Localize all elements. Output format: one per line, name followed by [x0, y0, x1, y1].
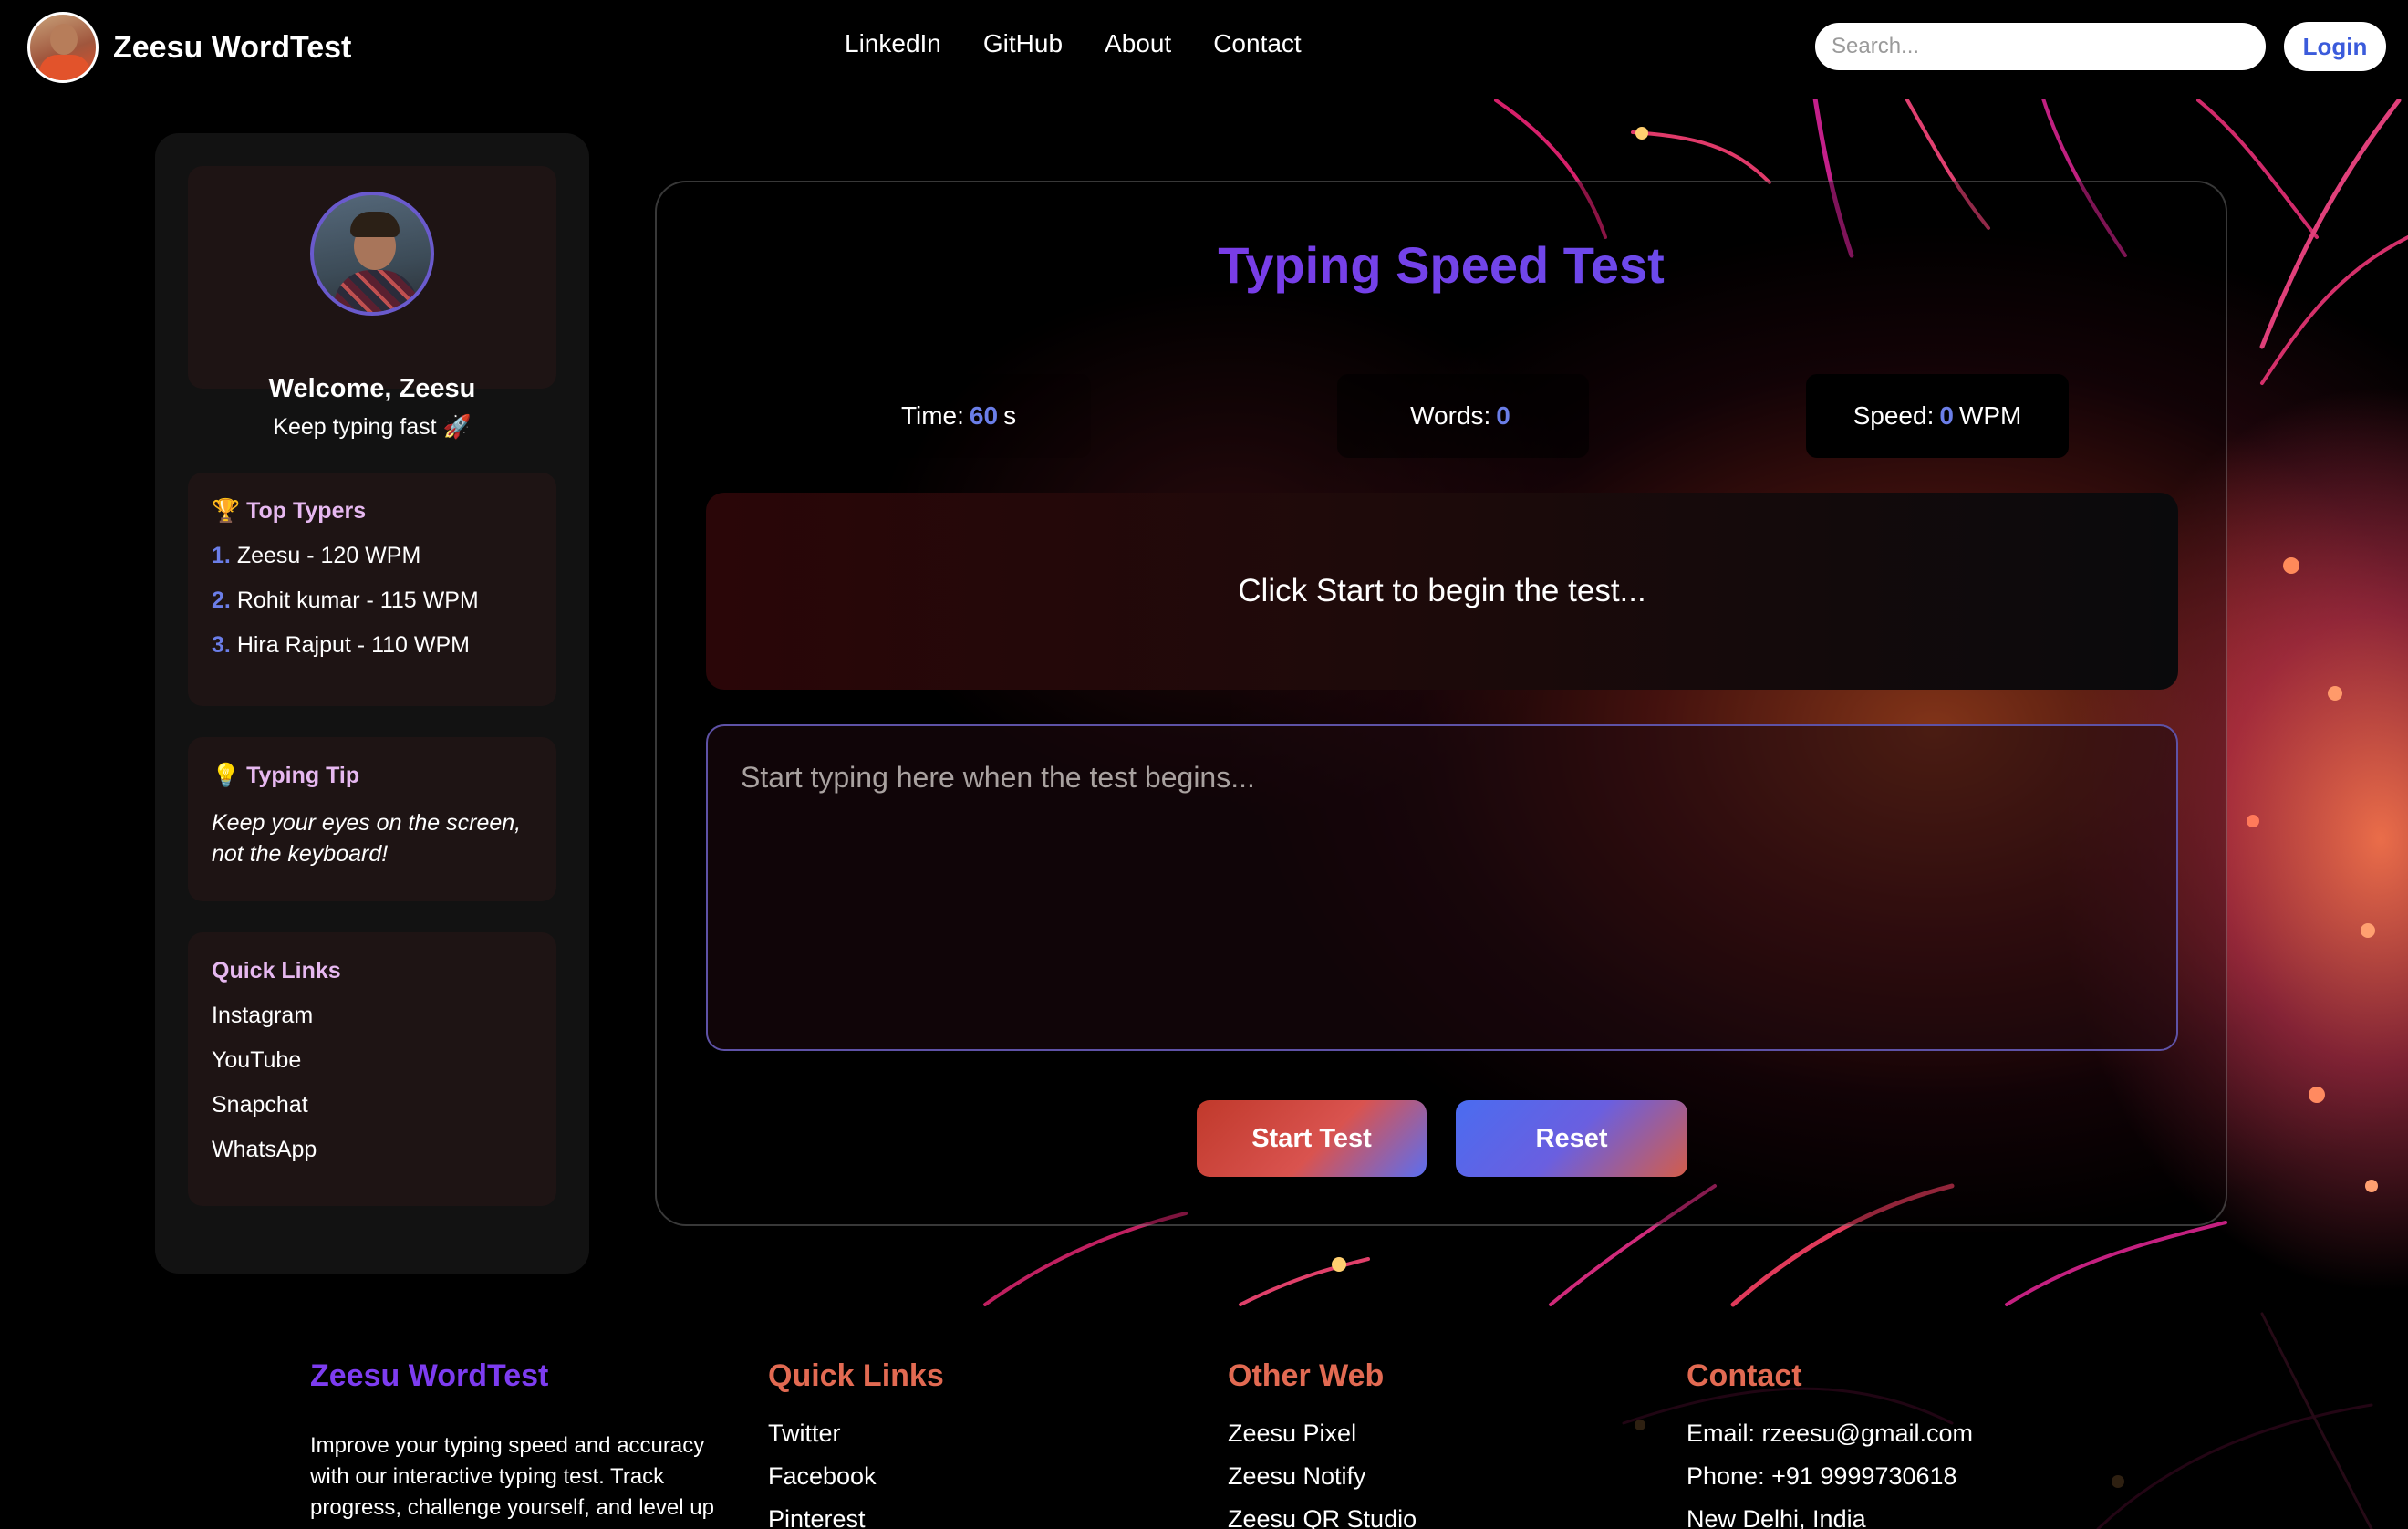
brand-name: Zeesu WordTest — [113, 29, 352, 65]
list-item: 1. Zeesu - 120 WPM — [212, 543, 533, 569]
page-title: Typing Speed Test — [657, 235, 2226, 295]
start-test-button[interactable]: Start Test — [1197, 1100, 1427, 1177]
typing-input[interactable] — [706, 724, 2178, 1051]
brand-avatar — [27, 12, 99, 83]
footer-quick-links-column: Quick Links Twitter Facebook Pinterest — [768, 1358, 944, 1529]
rank-number: 2. — [212, 588, 231, 613]
footer-quick-links-title: Quick Links — [768, 1358, 944, 1393]
profile-card: Welcome, Zeesu Keep typing fast 🚀 — [188, 166, 556, 440]
footer-other-web-title: Other Web — [1228, 1358, 1385, 1393]
footer-contact-phone[interactable]: Phone: +91 9999730618 — [1687, 1462, 1973, 1491]
footer-contact-column: Contact Email: rzeesu@gmail.com Phone: +… — [1687, 1358, 1973, 1529]
nav-linkedin[interactable]: LinkedIn — [845, 29, 941, 58]
typing-tip-card: 💡 Typing Tip Keep your eyes on the scree… — [188, 737, 556, 901]
footer-link-pinterest[interactable]: Pinterest — [768, 1505, 944, 1529]
time-label: Time: — [900, 401, 964, 430]
typing-tip-text: Keep your eyes on the screen, not the ke… — [212, 810, 522, 867]
top-typers-title: 🏆 Top Typers — [212, 498, 367, 524]
rank-number: 3. — [212, 632, 231, 658]
search-input[interactable] — [1815, 23, 2266, 70]
quick-link-youtube[interactable]: YouTube — [212, 1047, 301, 1073]
profile-subtitle: Keep typing fast 🚀 — [273, 414, 472, 440]
time-unit: s — [1003, 401, 1017, 430]
footer-contact-location: New Delhi, India — [1687, 1505, 1866, 1529]
nav-about[interactable]: About — [1105, 29, 1171, 58]
quick-links-title: Quick Links — [212, 958, 341, 983]
test-text-display: Click Start to begin the test... — [706, 493, 2178, 690]
footer-link-zeesu-notify[interactable]: Zeesu Notify — [1228, 1462, 1417, 1491]
words-stat: Words: 0 — [1337, 374, 1589, 458]
footer-link-twitter[interactable]: Twitter — [768, 1420, 944, 1448]
words-value: 0 — [1496, 401, 1510, 430]
nav-contact[interactable]: Contact — [1213, 29, 1302, 58]
quick-link-instagram[interactable]: Instagram — [212, 1003, 313, 1028]
rank-number: 1. — [212, 543, 231, 568]
footer: Zeesu WordTest Improve your typing speed… — [0, 1307, 2408, 1529]
typing-tip-title: 💡 Typing Tip — [212, 763, 360, 788]
footer-contact-email[interactable]: Email: rzeesu@gmail.com — [1687, 1420, 1973, 1448]
typer-entry: Rohit kumar - 115 WPM — [236, 588, 479, 613]
nav-github[interactable]: GitHub — [983, 29, 1063, 58]
footer-link-facebook[interactable]: Facebook — [768, 1462, 944, 1491]
list-item: 2. Rohit kumar - 115 WPM — [212, 588, 533, 614]
time-stat: Time: 60 s — [826, 374, 1091, 458]
top-typers-card: 🏆 Top Typers 1. Zeesu - 120 WPM 2. Rohit… — [188, 473, 556, 706]
footer-other-web-column: Other Web Zeesu Pixel Zeesu Notify Zeesu… — [1228, 1358, 1417, 1529]
time-value: 60 — [969, 401, 999, 430]
speed-stat: Speed: 0 WPM — [1806, 374, 2069, 458]
quick-link-whatsapp[interactable]: WhatsApp — [212, 1137, 317, 1162]
welcome-text: Welcome, Zeesu — [268, 374, 476, 403]
footer-link-zeesu-pixel[interactable]: Zeesu Pixel — [1228, 1420, 1417, 1448]
words-label: Words: — [1410, 401, 1491, 430]
speed-value: 0 — [1939, 401, 1954, 430]
speed-unit: WPM — [1958, 401, 2022, 430]
footer-description: Improve your typing speed and accuracy w… — [310, 1433, 714, 1520]
footer-brand-title: Zeesu WordTest — [310, 1358, 549, 1393]
profile-avatar — [310, 192, 434, 316]
typer-entry: Zeesu - 120 WPM — [236, 543, 421, 568]
typing-test-panel: Typing Speed Test Time: 60 s Words: 0 Sp… — [655, 181, 2227, 1226]
top-header: Zeesu WordTest LinkedIn GitHub About Con… — [0, 0, 2408, 99]
footer-contact-title: Contact — [1687, 1358, 1802, 1393]
top-nav: LinkedIn GitHub About Contact — [845, 29, 1302, 58]
brand[interactable]: Zeesu WordTest — [27, 12, 351, 83]
reset-button[interactable]: Reset — [1456, 1100, 1687, 1177]
quick-link-snapchat[interactable]: Snapchat — [212, 1092, 308, 1118]
quick-links-card: Quick Links Instagram YouTube Snapchat W… — [188, 932, 556, 1206]
footer-brand-column: Zeesu WordTest Improve your typing speed… — [310, 1358, 739, 1524]
list-item: 3. Hira Rajput - 110 WPM — [212, 632, 533, 659]
footer-link-zeesu-qr-studio[interactable]: Zeesu QR Studio — [1228, 1505, 1417, 1529]
typer-entry: Hira Rajput - 110 WPM — [236, 632, 470, 658]
speed-label: Speed: — [1853, 401, 1935, 430]
sidebar: Welcome, Zeesu Keep typing fast 🚀 🏆 Top … — [155, 133, 589, 1274]
login-button[interactable]: Login — [2284, 22, 2386, 71]
